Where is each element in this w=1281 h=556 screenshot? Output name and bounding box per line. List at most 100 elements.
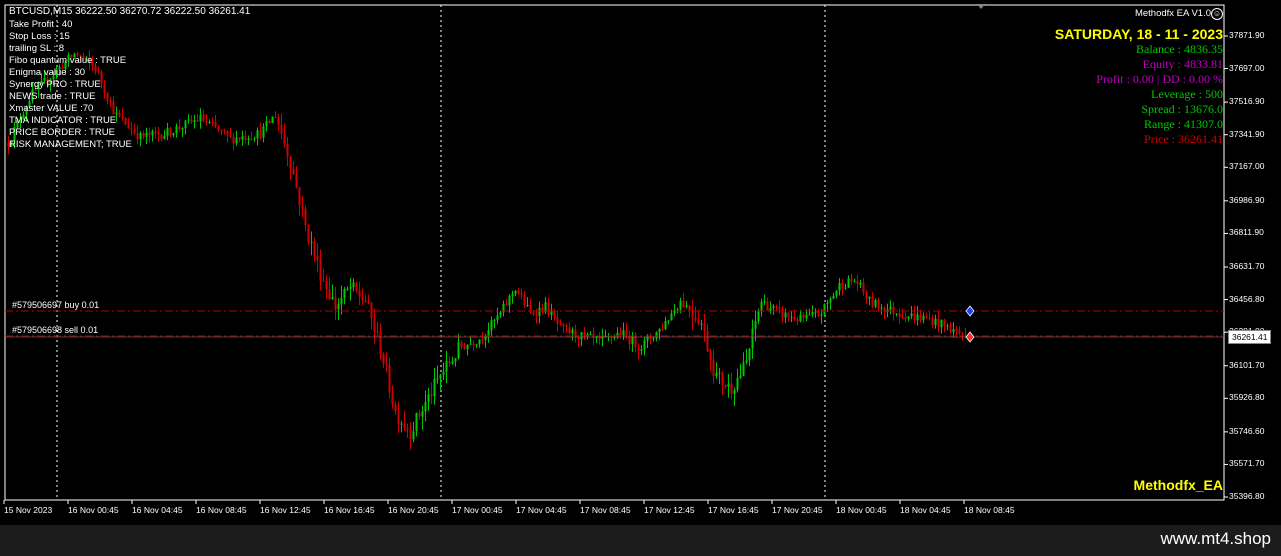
price-tick-label: 35926.80 — [1229, 392, 1265, 403]
candle-body — [289, 156, 292, 169]
date-label: SATURDAY, 18 - 11 - 2023 — [1054, 26, 1223, 42]
candle-body — [286, 144, 289, 157]
buy-arrow-icon — [965, 305, 975, 317]
candle — [571, 327, 574, 341]
candle-body — [436, 378, 439, 380]
order-label-buy[interactable]: #579506697 buy 0.01 — [12, 300, 99, 310]
candle-body — [142, 132, 145, 137]
candle-body — [637, 347, 640, 351]
candle-body — [535, 314, 538, 316]
leverage-value: Leverage : 500 — [1151, 87, 1223, 101]
candle — [877, 297, 880, 313]
candle — [706, 323, 709, 352]
candle — [883, 306, 886, 320]
candle-body — [352, 282, 355, 288]
candle — [787, 312, 790, 322]
order-label-sell[interactable]: #579506698 sell 0.01 — [12, 325, 98, 335]
price-chart[interactable]: BTCUSD,M15 36222.50 36270.72 36222.50 36… — [0, 0, 1281, 525]
candle — [196, 114, 199, 122]
candle-body — [661, 328, 664, 330]
candle — [322, 268, 325, 282]
candle — [769, 301, 772, 314]
candle — [151, 129, 154, 142]
candle-body — [829, 298, 832, 303]
price-tick-label: 37516.90 — [1229, 96, 1265, 107]
candle-body — [250, 138, 253, 140]
candle-body — [856, 280, 859, 285]
candle — [430, 382, 433, 405]
candle — [886, 303, 889, 318]
spread-value: Spread : 13676.0 — [1141, 102, 1223, 116]
candle-body — [781, 308, 784, 318]
time-tick-label: 16 Nov 16:45 — [324, 505, 375, 515]
candle-body — [520, 293, 523, 296]
candle-body — [682, 300, 685, 308]
candle — [796, 317, 799, 326]
candle-body — [958, 330, 961, 334]
candle — [454, 357, 457, 367]
candle-body — [391, 392, 394, 405]
candle — [637, 343, 640, 360]
candle — [850, 273, 853, 285]
candle — [496, 307, 499, 325]
candle — [760, 298, 763, 317]
candle-body — [619, 332, 622, 336]
smiley-icon[interactable]: ☺ — [1211, 8, 1223, 20]
candle — [337, 298, 340, 321]
candle — [412, 422, 415, 443]
candle-body — [730, 383, 733, 394]
candle — [334, 286, 337, 321]
time-tick-label: 17 Nov 00:45 — [452, 505, 503, 515]
candle — [349, 278, 352, 301]
candle-body — [550, 311, 553, 316]
candle-body — [862, 282, 865, 293]
candle — [508, 294, 511, 313]
candle-body — [346, 288, 349, 290]
candle — [205, 113, 208, 126]
candle-body — [778, 307, 781, 309]
time-tick-label: 17 Nov 04:45 — [516, 505, 567, 515]
candle — [832, 292, 835, 300]
candle — [778, 300, 781, 314]
candle-body — [757, 310, 760, 322]
candle-body — [505, 303, 508, 306]
profit-dd-value: Profit : 0.00 | DD : 0.00 % — [1096, 72, 1223, 86]
candle-body — [328, 289, 331, 300]
candle — [259, 122, 262, 141]
candle — [925, 312, 928, 320]
price-value: Price : 36261.41 — [1144, 132, 1223, 146]
candle-body — [412, 431, 415, 440]
candle-body — [382, 353, 385, 364]
candle — [166, 122, 169, 141]
price-tick-label: 37697.00 — [1229, 62, 1265, 73]
overlays-group — [5, 4, 1224, 343]
candle-body — [277, 117, 280, 125]
candle — [451, 356, 454, 365]
candle — [601, 328, 604, 347]
candle — [847, 275, 850, 288]
candle — [505, 298, 508, 306]
chart-frame — [4, 4, 1225, 501]
candle — [136, 125, 139, 145]
candle-body — [349, 287, 352, 289]
candle-body — [457, 342, 460, 359]
candle — [415, 412, 418, 437]
candle — [682, 292, 685, 309]
candle-body — [844, 287, 847, 289]
candle-body — [172, 133, 175, 136]
candle — [229, 128, 232, 139]
candle-body — [199, 114, 202, 122]
candle — [157, 127, 160, 142]
candle — [487, 322, 490, 343]
candle-body — [151, 131, 154, 136]
candle-body — [850, 278, 853, 282]
candle — [286, 136, 289, 166]
candle — [826, 299, 829, 313]
parameter-item: Enigma value : 30 — [9, 67, 86, 78]
candle — [295, 165, 298, 189]
candle-body — [571, 329, 574, 334]
candle-body — [898, 313, 901, 317]
chart-grid — [3, 4, 1228, 504]
candle-body — [763, 301, 766, 303]
candle — [163, 129, 166, 140]
